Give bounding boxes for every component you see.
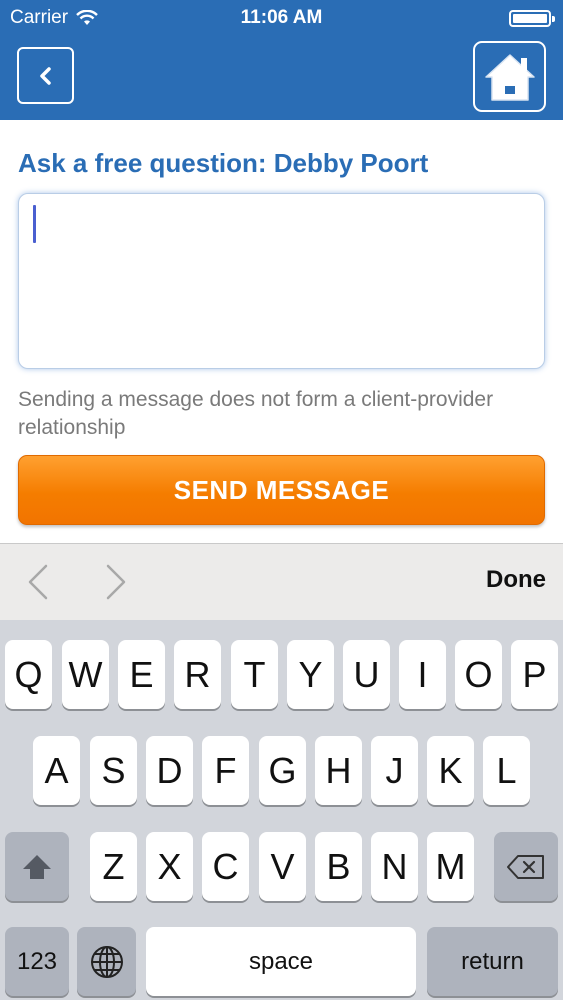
key-n[interactable]: N (371, 832, 418, 901)
key-b[interactable]: B (315, 832, 362, 901)
keyboard-accessory-bar: Done (0, 543, 563, 620)
key-y[interactable]: Y (287, 640, 334, 709)
send-message-button[interactable]: SEND MESSAGE (18, 455, 545, 525)
key-h[interactable]: H (315, 736, 362, 805)
key-f[interactable]: F (202, 736, 249, 805)
key-z[interactable]: Z (90, 832, 137, 901)
space-key[interactable]: space (146, 927, 416, 996)
key-l[interactable]: L (483, 736, 530, 805)
key-t[interactable]: T (231, 640, 278, 709)
on-screen-keyboard: Q W E R T Y U I O P A S D F G H J K L Z … (0, 620, 563, 1000)
next-field-icon[interactable] (102, 562, 130, 602)
key-k[interactable]: K (427, 736, 474, 805)
key-w[interactable]: W (62, 640, 109, 709)
text-cursor (33, 205, 36, 243)
done-button[interactable]: Done (486, 566, 546, 594)
key-v[interactable]: V (259, 832, 306, 901)
home-icon (484, 53, 535, 101)
key-c[interactable]: C (202, 832, 249, 901)
battery-icon (509, 10, 555, 27)
globe-icon (90, 945, 123, 978)
key-g[interactable]: G (259, 736, 306, 805)
key-j[interactable]: J (371, 736, 418, 805)
home-button[interactable] (473, 41, 546, 112)
key-q[interactable]: Q (5, 640, 52, 709)
message-input[interactable] (18, 193, 545, 369)
key-o[interactable]: O (455, 640, 502, 709)
backspace-icon (507, 854, 544, 879)
numbers-key[interactable]: 123 (5, 927, 69, 996)
app-header: Carrier 11:06 AM (0, 0, 563, 120)
key-d[interactable]: D (146, 736, 193, 805)
delete-key[interactable] (494, 832, 558, 901)
page-title: Ask a free question: Debby Poort (18, 148, 429, 178)
key-x[interactable]: X (146, 832, 193, 901)
key-m[interactable]: M (427, 832, 474, 901)
key-u[interactable]: U (343, 640, 390, 709)
disclaimer-text: Sending a message does not form a client… (18, 388, 494, 439)
key-s[interactable]: S (90, 736, 137, 805)
back-button[interactable] (17, 47, 74, 104)
chevron-left-icon (39, 66, 51, 85)
status-bar: Carrier 11:06 AM (0, 0, 563, 36)
previous-field-icon[interactable] (24, 562, 52, 602)
shift-arrow-icon (23, 854, 51, 879)
key-p[interactable]: P (511, 640, 558, 709)
status-time: 11:06 AM (240, 7, 323, 28)
key-a[interactable]: A (33, 736, 80, 805)
key-r[interactable]: R (174, 640, 221, 709)
key-e[interactable]: E (118, 640, 165, 709)
key-i[interactable]: I (399, 640, 446, 709)
shift-key[interactable] (5, 832, 69, 901)
globe-key[interactable] (77, 927, 136, 996)
return-key[interactable]: return (427, 927, 558, 996)
